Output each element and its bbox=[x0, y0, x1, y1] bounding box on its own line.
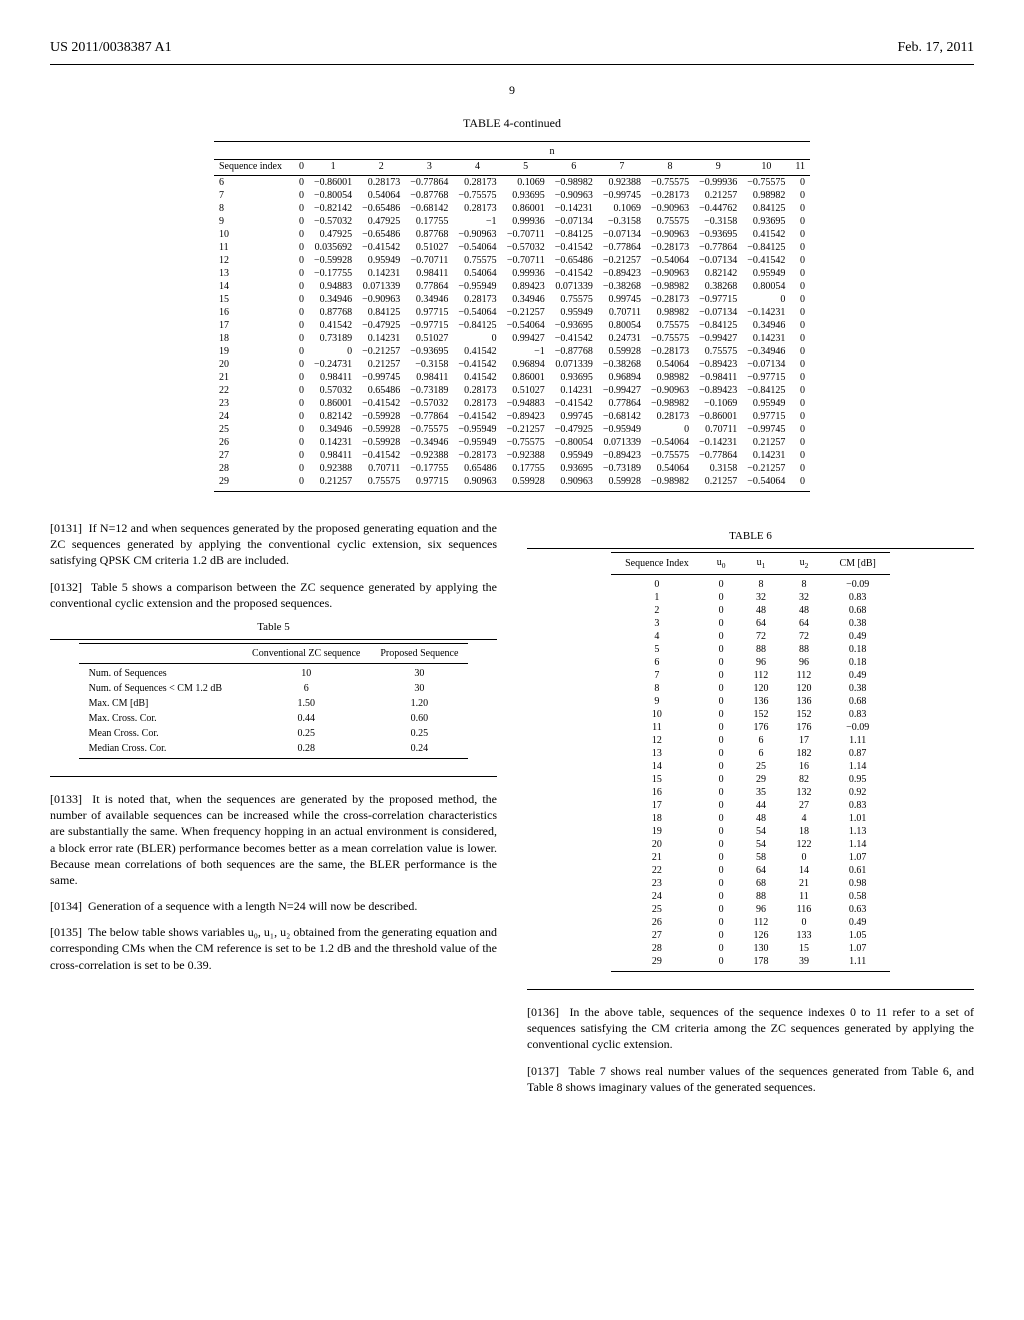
table-row: 14025161.14 bbox=[611, 760, 890, 773]
para-0135: [0135] The below table shows variables u… bbox=[50, 924, 497, 973]
table-row: 0088−0.09 bbox=[611, 575, 890, 592]
table-row: 2900.212570.755750.977150.909630.599280.… bbox=[214, 475, 810, 492]
table-row: 2105801.07 bbox=[611, 851, 890, 864]
seq-index-head: Sequence index bbox=[214, 160, 294, 176]
table-row: 110176176−0.09 bbox=[611, 721, 890, 734]
table-row: 1400.948830.0713390.77864−0.959490.89423… bbox=[214, 280, 810, 293]
table-row: 120−0.599280.95949−0.707110.75575−0.7071… bbox=[214, 254, 810, 267]
para-0131: [0131] If N=12 and when sequences genera… bbox=[50, 520, 497, 569]
table6-head-cm: CM [dB] bbox=[825, 553, 889, 575]
table-row: 701121120.49 bbox=[611, 669, 890, 682]
table5: Conventional ZC sequence Proposed Sequen… bbox=[79, 643, 469, 759]
table-row: 19054181.13 bbox=[611, 825, 890, 838]
publication-number: US 2011/0038387 A1 bbox=[50, 40, 172, 56]
table-row: 2700.98411−0.41542−0.92388−0.28173−0.923… bbox=[214, 449, 810, 462]
table-row: 1032320.83 bbox=[611, 591, 890, 604]
table5-head-conv: Conventional ZC sequence bbox=[242, 643, 370, 663]
right-column: TABLE 6 Sequence Index u0 u1 u2 CM [dB] … bbox=[527, 520, 974, 1105]
table-row: 1900−0.21257−0.936950.41542−1−0.877680.5… bbox=[214, 345, 810, 358]
table6: Sequence Index u0 u1 u2 CM [dB] 0088−0.0… bbox=[611, 552, 890, 972]
table-row: 80−0.82142−0.65486−0.681420.281730.86001… bbox=[214, 202, 810, 215]
table-row: 801201200.38 bbox=[611, 682, 890, 695]
table-row: 5088880.18 bbox=[611, 643, 890, 656]
page-number: 9 bbox=[50, 83, 974, 98]
table-row: 26011200.49 bbox=[611, 916, 890, 929]
table-row: 4072720.49 bbox=[611, 630, 890, 643]
table-row: 2048480.68 bbox=[611, 604, 890, 617]
table-row: 17044270.83 bbox=[611, 799, 890, 812]
table-row: Num. of Sequences1030 bbox=[79, 663, 469, 681]
table-row: 2400.82142−0.59928−0.77864−0.41542−0.894… bbox=[214, 410, 810, 423]
left-column: [0131] If N=12 and when sequences genera… bbox=[50, 520, 497, 1105]
table-row: Num. of Sequences < CM 1.2 dB630 bbox=[79, 681, 469, 696]
para-0136: [0136] In the above table, sequences of … bbox=[527, 1004, 974, 1053]
table-row: 90−0.570320.479250.17755−10.99936−0.0713… bbox=[214, 215, 810, 228]
table-row: 1800.731890.142310.5102700.99427−0.41542… bbox=[214, 332, 810, 345]
table-row: 130−0.177550.142310.984110.540640.99936−… bbox=[214, 267, 810, 280]
n-label: n bbox=[294, 142, 810, 160]
table-row: 24088110.58 bbox=[611, 890, 890, 903]
para-0137: [0137] Table 7 shows real number values … bbox=[527, 1063, 974, 1095]
table5-head-prop: Proposed Sequence bbox=[370, 643, 468, 663]
para-0132: [0132] Table 5 shows a comparison betwee… bbox=[50, 579, 497, 611]
table-row: 15029820.95 bbox=[611, 773, 890, 786]
table-row: 60−0.860010.28173−0.778640.281730.1069−0… bbox=[214, 176, 810, 190]
table-row: 6096960.18 bbox=[611, 656, 890, 669]
table-row: 280130151.07 bbox=[611, 942, 890, 955]
table-row: 160351320.92 bbox=[611, 786, 890, 799]
table-row: 70−0.800540.54064−0.87768−0.755750.93695… bbox=[214, 189, 810, 202]
table-row: 22064140.61 bbox=[611, 864, 890, 877]
publication-date: Feb. 17, 2011 bbox=[898, 40, 974, 56]
table-row: 2500.34946−0.59928−0.75575−0.95949−0.212… bbox=[214, 423, 810, 436]
table-row: 2701261331.05 bbox=[611, 929, 890, 942]
page-header: US 2011/0038387 A1 Feb. 17, 2011 bbox=[50, 40, 974, 56]
table-row: Max. Cross. Cor.0.440.60 bbox=[79, 711, 469, 726]
table-row: 200−0.247310.21257−0.3158−0.415420.96894… bbox=[214, 358, 810, 371]
table-row: 2800.923880.70711−0.177550.654860.177550… bbox=[214, 462, 810, 475]
table-row: 13061820.87 bbox=[611, 747, 890, 760]
table6-title: TABLE 6 bbox=[527, 530, 974, 542]
table-row: 2600.14231−0.59928−0.34946−0.95949−0.755… bbox=[214, 436, 810, 449]
table-row: Mean Cross. Cor.0.250.25 bbox=[79, 726, 469, 741]
table5-title: Table 5 bbox=[50, 621, 497, 633]
table-row: 1600.877680.841250.97715−0.54064−0.21257… bbox=[214, 306, 810, 319]
table-row: 290178391.11 bbox=[611, 955, 890, 972]
table-row: Max. CM [dB]1.501.20 bbox=[79, 696, 469, 711]
table-row: 1700.41542−0.47925−0.97715−0.84125−0.540… bbox=[214, 319, 810, 332]
table-row: 23068210.98 bbox=[611, 877, 890, 890]
table6-head-idx: Sequence Index bbox=[611, 553, 703, 575]
table-row: 2300.86001−0.41542−0.570320.28173−0.9488… bbox=[214, 397, 810, 410]
table-row: 1000.47925−0.654860.87768−0.90963−0.7071… bbox=[214, 228, 810, 241]
table-row: 1500.34946−0.909630.349460.281730.349460… bbox=[214, 293, 810, 306]
table4-title: TABLE 4-continued bbox=[50, 116, 974, 131]
table-row: 1206171.11 bbox=[611, 734, 890, 747]
table-row: 3064640.38 bbox=[611, 617, 890, 630]
table-row: 1100.035692−0.415420.51027−0.54064−0.570… bbox=[214, 241, 810, 254]
table-row: 2100.98411−0.997450.984110.415420.860010… bbox=[214, 371, 810, 384]
table-row: 901361360.68 bbox=[611, 695, 890, 708]
para-0134: [0134] Generation of a sequence with a l… bbox=[50, 898, 497, 914]
header-rule bbox=[50, 64, 974, 65]
table4: n Sequence index 0 1 2 3 4 5 6 7 8 9 10 … bbox=[214, 141, 810, 492]
table-row: Median Cross. Cor.0.280.24 bbox=[79, 741, 469, 759]
table-row: 1001521520.83 bbox=[611, 708, 890, 721]
table-row: 1804841.01 bbox=[611, 812, 890, 825]
table-row: 200541221.14 bbox=[611, 838, 890, 851]
para-0133: [0133] It is noted that, when the sequen… bbox=[50, 791, 497, 888]
table-row: 2200.570320.65486−0.731890.281730.510270… bbox=[214, 384, 810, 397]
table-row: 250961160.63 bbox=[611, 903, 890, 916]
